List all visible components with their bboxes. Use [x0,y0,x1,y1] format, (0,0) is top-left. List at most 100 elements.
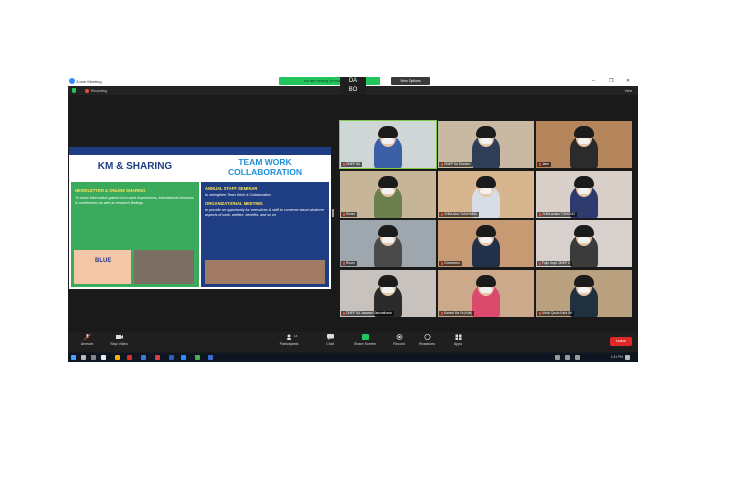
minimize-button[interactable]: – [592,78,595,84]
participant-name-label: Jane [537,162,551,167]
stop-video-button[interactable]: Stop Video [104,334,134,346]
face-mask [480,188,492,194]
participant-tile[interactable]: ONEP DA Jaswant Sakurathana [340,270,436,317]
edge-icon[interactable] [141,355,146,360]
participant-tile[interactable]: Ulrich Qusto Kaliz Mt [536,270,632,317]
participant-tile[interactable]: JVMA Akio TAKAYAMA [438,171,534,218]
chat-label: Chat [326,342,334,346]
reactions-label: Reactions [419,342,435,346]
reactions-button[interactable]: Reactions [412,333,442,346]
mic-muted-icon [539,261,541,265]
online-sharing-photo [134,250,194,284]
smiley-icon [423,333,431,341]
participant-hair [574,275,594,287]
slide-top-band [69,147,331,155]
zoom-icon [69,78,75,84]
mic-muted-icon [343,311,345,315]
tray-volume-icon[interactable] [565,355,570,360]
participant-tile[interactable]: Kamon Ha Yo (Kob) [438,270,534,317]
mic-muted-icon [343,162,345,166]
tray-battery-icon[interactable] [575,355,580,360]
title-bar: Zoom Meeting You are viewing Norman's sc… [68,77,638,95]
participant-hair [476,126,496,138]
search-icon[interactable] [81,355,86,360]
participant-tile[interactable]: Jane [536,121,632,168]
participant-name-label: JVMA Asako TOMONO [537,212,578,217]
apps-button[interactable]: Apps [443,334,473,346]
participants-button[interactable]: Participants 14 [274,334,304,346]
mic-muted-icon [83,333,91,341]
participant-name: Kenzo [346,212,356,216]
slide-right-text-1: to strengthen Team Work & Collaboration [205,193,271,197]
participant-name: ONEP DA [346,162,361,166]
splitter-handle[interactable] [332,209,334,217]
participant-name-label: Kenzo [341,212,358,217]
notification-icon[interactable] [625,355,630,360]
chat-button[interactable]: Chat [315,334,345,346]
view-button[interactable]: View [624,89,632,93]
participant-name: ONEP DA Director [444,162,471,166]
file-explorer-icon[interactable] [115,355,120,360]
face-mask [578,237,590,243]
apps-label: Apps [453,342,463,346]
chrome-icon[interactable] [127,355,132,360]
participant-tile[interactable]: ONEP DA Director [438,121,534,168]
participant-name-label: Kamon Ha Yo (Kob) [439,311,475,316]
participants-count: 14 [294,334,298,338]
line-icon[interactable] [195,355,200,360]
logo-bottom: BO [348,87,358,93]
stop-video-label: Stop Video [110,342,128,346]
chrome-alt-icon[interactable] [155,355,160,360]
outlook-icon[interactable] [169,355,174,360]
unmute-label: Unmute [80,342,94,346]
face-mask [578,287,590,293]
face-mask [382,287,394,293]
slide-left-subtitle: NEWSLETTER & ONLINE SHARING [75,188,146,193]
newsletter-photo [74,250,131,284]
zoom-taskbar-icon[interactable] [181,355,186,360]
files-icon[interactable] [101,355,106,360]
shield-icon[interactable] [72,88,76,93]
participant-tile[interactable]: Fujie Usyn ONEP Li [536,220,632,267]
participant-hair [378,176,398,188]
leave-button[interactable]: Leave [610,337,632,346]
tray-network-icon[interactable] [555,355,560,360]
view-options-button[interactable]: View Options [391,77,430,85]
participants-icon [286,334,293,340]
face-mask [480,237,492,243]
participant-tile[interactable]: Kenzo [340,171,436,218]
participant-tile[interactable]: JVMA Asako TOMONO [536,171,632,218]
participant-name-label: ONEP DA Director [439,162,473,167]
participant-name: Fujie Usyn ONEP Li [542,261,571,265]
participant-name: Cheerdono [444,261,460,265]
participant-tile[interactable]: ONEP DA [339,120,437,169]
share-screen-icon [361,334,369,340]
participant-name: Kamon Ha Yo (Kob) [444,311,473,315]
participant-name-label: Room [341,261,357,266]
participant-tile[interactable]: Room [340,220,436,267]
word-icon[interactable] [208,355,213,360]
task-view-icon[interactable] [91,355,96,360]
participant-hair [378,225,398,237]
mic-muted-icon [343,212,345,216]
share-screen-label: Share Screen [354,342,376,346]
mic-muted-icon [343,261,345,265]
logo-top: DA [348,78,358,84]
seminar-photo [205,260,325,284]
participant-tile[interactable]: Cheerdono [438,220,534,267]
share-screen-button[interactable]: Share Screen [350,334,380,346]
windows-start-icon[interactable] [71,355,76,360]
participant-hair [378,275,398,287]
mic-muted-icon [539,311,541,315]
participant-name-label: JVMA Akio TAKAYAMA [439,212,479,217]
slide-right-text-2: to provide an opportunity for executives… [205,208,325,217]
unmute-button[interactable]: Unmute [72,333,102,346]
taskbar-clock: 1:41 PM [610,355,623,359]
participant-hair [476,176,496,188]
participant-name-label: Ulrich Qusto Kaliz Mt [537,311,574,316]
face-mask [382,237,394,243]
record-button[interactable]: Record [384,334,414,346]
close-button[interactable]: ✕ [626,78,630,84]
maximize-button[interactable]: ❐ [609,78,613,84]
shared-screen: KM & SHARING NEWSLETTER & ONLINE SHARING… [69,147,331,289]
